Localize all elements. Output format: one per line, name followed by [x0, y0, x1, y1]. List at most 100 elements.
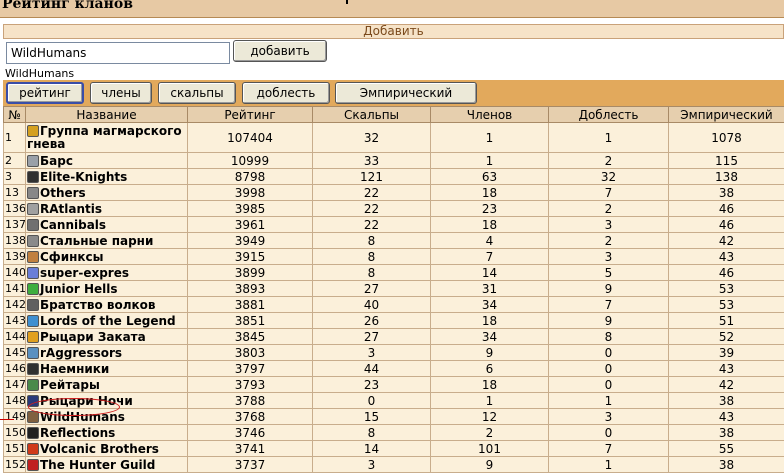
col-header-rating[interactable]: Рейтинг [188, 107, 313, 123]
current-user-label: WildHumans [5, 67, 74, 80]
sort-rating-button[interactable]: рейтинг [6, 82, 84, 104]
members-cell: 9 [431, 345, 549, 361]
rank-number: 152 [4, 457, 26, 473]
rating-cell: 3797 [188, 361, 313, 377]
members-cell: 7 [431, 249, 549, 265]
table-row: 3Elite-Knights87981216332138 [4, 169, 784, 185]
col-header-empirical[interactable]: Эмпирический [669, 107, 784, 123]
col-header-members[interactable]: Членов [431, 107, 549, 123]
members-cell: 18 [431, 377, 549, 393]
rating-cell: 3788 [188, 393, 313, 409]
rank-number: 136 [4, 201, 26, 217]
rank-number: 142 [4, 297, 26, 313]
table-row: 150Reflections374682038 [4, 425, 784, 441]
clan-name-cell: Рыцари Заката [26, 329, 188, 345]
clan-name-link[interactable]: Барс [40, 154, 73, 168]
clan-name-cell: Others [26, 185, 188, 201]
scalps-cell: 40 [313, 297, 431, 313]
clan-name-link[interactable]: Рыцари Заката [40, 330, 146, 344]
clan-name-input[interactable] [6, 42, 230, 64]
clan-name-link[interactable]: Others [40, 186, 86, 200]
members-cell: 6 [431, 361, 549, 377]
clan-name-link[interactable]: Наемники [40, 362, 109, 376]
clan-name-link[interactable]: Lords of the Legend [40, 314, 176, 328]
rank-number: 13 [4, 185, 26, 201]
rating-cell: 3741 [188, 441, 313, 457]
col-header-scalps[interactable]: Скальпы [313, 107, 431, 123]
clan-name-link[interactable]: Группа магмарского гнева [27, 124, 182, 151]
valor-cell: 3 [549, 409, 669, 425]
sort-empirical-button[interactable]: Эмпирический [335, 82, 477, 104]
add-button[interactable]: добавить [233, 40, 327, 62]
empirical-cell: 43 [669, 361, 784, 377]
empirical-cell: 46 [669, 217, 784, 233]
sort-scalps-button[interactable]: скальпы [158, 82, 236, 104]
clan-name-link[interactable]: Сфинксы [40, 250, 104, 264]
members-cell: 18 [431, 185, 549, 201]
rank-number: 140 [4, 265, 26, 281]
members-cell: 101 [431, 441, 549, 457]
table-row: 13Others39982218738 [4, 185, 784, 201]
members-cell: 34 [431, 297, 549, 313]
table-row: 136RAtlantis39852223246 [4, 201, 784, 217]
sort-valor-button[interactable]: доблесть [242, 82, 330, 104]
scalps-cell: 32 [313, 123, 431, 153]
table-row: 142Братство волков38814034753 [4, 297, 784, 313]
clan-name-link[interactable]: Стальные парни [40, 234, 153, 248]
members-cell: 2 [431, 425, 549, 441]
rating-cell: 3915 [188, 249, 313, 265]
rank-number: 143 [4, 313, 26, 329]
table-row: 2Барс109993312115 [4, 153, 784, 169]
scalps-cell: 8 [313, 249, 431, 265]
scalps-cell: 22 [313, 201, 431, 217]
valor-cell: 9 [549, 313, 669, 329]
col-header-name[interactable]: Название [26, 107, 188, 123]
sword-shield-icon [27, 347, 39, 359]
clan-name-link[interactable]: RAtlantis [40, 202, 102, 216]
rating-cell: 107404 [188, 123, 313, 153]
clan-name-link[interactable]: Junior Hells [40, 282, 118, 296]
cross-icon [27, 363, 39, 375]
members-cell: 14 [431, 265, 549, 281]
clan-name-cell: super-expres [26, 265, 188, 281]
clan-name-link[interactable]: Рейтары [40, 378, 100, 392]
mirror-icon [27, 427, 39, 439]
rating-cell: 10999 [188, 153, 313, 169]
letter-r-icon [27, 203, 39, 215]
table-row: 141Junior Hells38932731953 [4, 281, 784, 297]
valor-cell: 9 [549, 281, 669, 297]
empirical-cell: 38 [669, 457, 784, 473]
clan-name-link[interactable]: rAggressors [40, 346, 122, 360]
rank-number: 145 [4, 345, 26, 361]
valor-cell: 7 [549, 185, 669, 201]
scalps-cell: 8 [313, 233, 431, 249]
table-row: 143Lords of the Legend38512618951 [4, 313, 784, 329]
clan-name-cell: Cannibals [26, 217, 188, 233]
col-header-number[interactable]: № [4, 107, 26, 123]
rank-number: 3 [4, 169, 26, 185]
clan-name-link[interactable]: Cannibals [40, 218, 106, 232]
table-row: 146Наемники3797446043 [4, 361, 784, 377]
wolf-icon [27, 299, 39, 311]
rating-cell: 3985 [188, 201, 313, 217]
clan-name-link[interactable]: Volcanic Brothers [40, 442, 159, 456]
empirical-cell: 138 [669, 169, 784, 185]
clan-name-link[interactable]: super-expres [40, 266, 129, 280]
clan-name-link[interactable]: The Hunter Guild [40, 458, 155, 472]
empirical-cell: 115 [669, 153, 784, 169]
globe-icon [27, 315, 39, 327]
clan-name-cell: rAggressors [26, 345, 188, 361]
trident-icon [27, 379, 39, 391]
table-row: 148Рыцари Ночи378801138 [4, 393, 784, 409]
clan-name-cell: Стальные парни [26, 233, 188, 249]
clan-name-link[interactable]: Elite-Knights [40, 170, 127, 184]
valor-cell: 0 [549, 361, 669, 377]
sort-members-button[interactable]: члены [90, 82, 152, 104]
clan-name-link[interactable]: Братство волков [40, 298, 155, 312]
scalps-cell: 15 [313, 409, 431, 425]
clan-name-link[interactable]: Reflections [40, 426, 115, 440]
empirical-cell: 46 [669, 265, 784, 281]
rating-cell: 3746 [188, 425, 313, 441]
table-row: 139Сфинксы391587343 [4, 249, 784, 265]
col-header-valor[interactable]: Доблесть [549, 107, 669, 123]
